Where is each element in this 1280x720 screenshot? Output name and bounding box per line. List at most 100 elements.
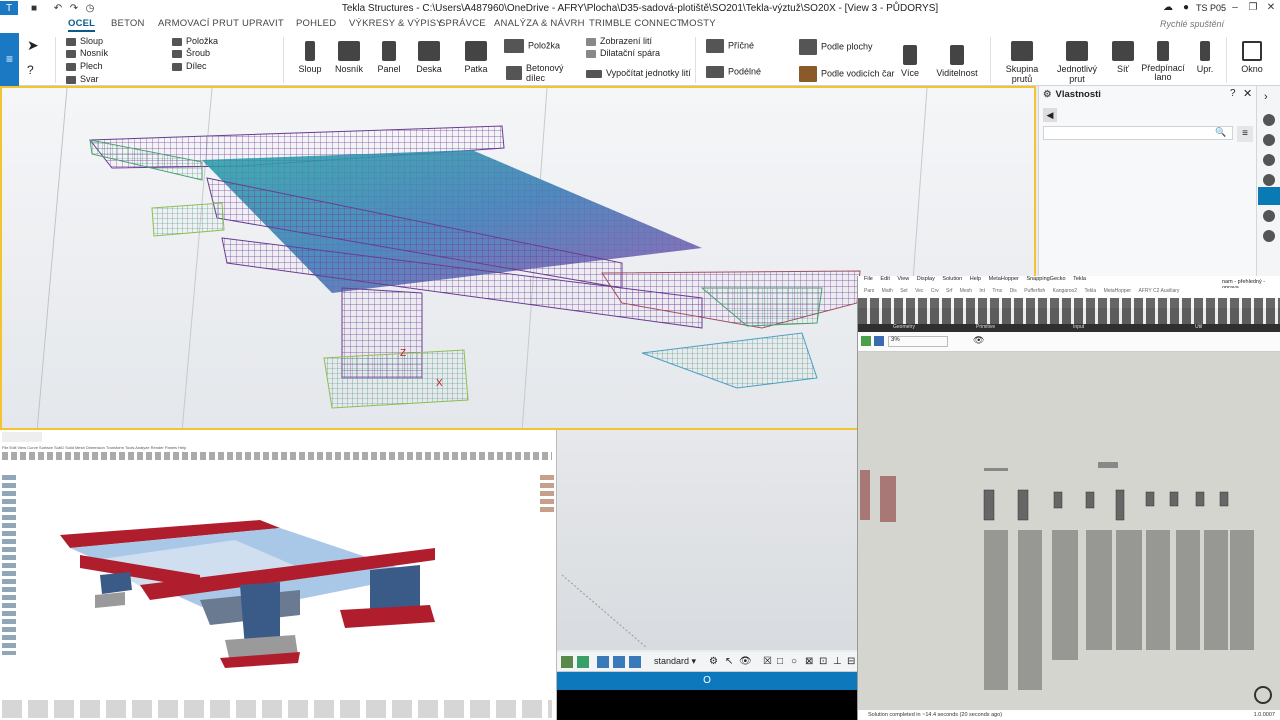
ribbon-big-nosnik[interactable]: Nosník bbox=[333, 41, 365, 74]
ribbon-betonovy-dilec[interactable]: Betonový dílec bbox=[506, 63, 564, 83]
tab-armovaci-prut[interactable]: ARMOVACÍ PRUT bbox=[158, 18, 239, 29]
hat-icon[interactable] bbox=[1263, 134, 1275, 146]
ribbon-zobrazeni-liti[interactable]: Zobrazení lití bbox=[586, 36, 652, 46]
gh-tab[interactable]: Mesh bbox=[960, 288, 972, 294]
tab-ocel[interactable]: OCEL bbox=[68, 18, 96, 32]
gh-preview-icon[interactable]: 👁 bbox=[973, 335, 984, 346]
gh-tab[interactable]: Crv bbox=[931, 288, 939, 294]
expand-icon[interactable]: › bbox=[1264, 91, 1268, 103]
ribbon-okno[interactable]: Okno bbox=[1236, 41, 1268, 74]
properties-gear-icon[interactable] bbox=[1258, 187, 1280, 205]
ribbon-plech[interactable]: Plech bbox=[66, 61, 103, 71]
snap-line-icon[interactable]: ⊡ bbox=[819, 656, 827, 667]
rhino-toolbar[interactable] bbox=[2, 452, 552, 460]
viewport-lower[interactable] bbox=[557, 430, 860, 650]
search-icon[interactable]: 🔍 bbox=[1215, 127, 1226, 138]
ribbon-podle-vodicich-car[interactable]: Podle vodicích čar bbox=[799, 66, 895, 82]
help-select-icon[interactable]: ? bbox=[27, 63, 34, 77]
gh-tab[interactable]: Math bbox=[882, 288, 893, 294]
ribbon-nosnik[interactable]: Nosník bbox=[66, 48, 108, 58]
ribbon-vice[interactable]: Více bbox=[896, 45, 924, 78]
properties-search-input[interactable] bbox=[1043, 126, 1233, 140]
gh-tab[interactable]: AFRY C2 Auxiliary bbox=[1138, 288, 1179, 294]
gh-tab[interactable]: Int bbox=[979, 288, 985, 294]
tab-trimble[interactable]: TRIMBLE CONNECT bbox=[589, 18, 683, 29]
tab-spravce[interactable]: SPRÁVCE bbox=[439, 18, 486, 29]
gh-menu-file[interactable]: File bbox=[864, 276, 873, 282]
rhino-side-toolbar[interactable] bbox=[2, 475, 16, 655]
ribbon-podelne[interactable]: Podélné bbox=[706, 66, 761, 78]
snap-icon-3[interactable] bbox=[597, 656, 609, 668]
gh-tab[interactable]: Pars bbox=[864, 288, 874, 294]
ribbon-left-stripe[interactable]: ≡ bbox=[0, 33, 19, 86]
snap-more-icon[interactable]: ⊟ bbox=[847, 656, 855, 667]
gh-tab[interactable]: Vec bbox=[915, 288, 923, 294]
settings-icon[interactable]: ⚙ bbox=[709, 656, 718, 667]
tab-upravit[interactable]: UPRAVIT bbox=[242, 18, 284, 29]
gh-menu-view[interactable]: View bbox=[897, 276, 909, 282]
tab-vykresy[interactable]: VÝKRESY & VÝPISY bbox=[349, 18, 443, 29]
tab-beton[interactable]: BETON bbox=[111, 18, 145, 29]
close-icon[interactable]: ✕ bbox=[1258, 0, 1280, 16]
back-arrow-icon[interactable]: ◀ bbox=[1043, 108, 1057, 122]
globe-icon[interactable] bbox=[1263, 154, 1275, 166]
selection-filter-select[interactable]: standard ▾ bbox=[654, 656, 696, 667]
ribbon-viditelnost[interactable]: Viditelnost bbox=[935, 45, 979, 78]
ribbon-sroub[interactable]: Šroub bbox=[172, 48, 210, 58]
snap-icon-2[interactable] bbox=[577, 656, 589, 668]
tab-pohled[interactable]: POHLED bbox=[296, 18, 336, 29]
ribbon-svar[interactable]: Svar bbox=[66, 74, 99, 84]
snap-icon-4[interactable] bbox=[613, 656, 625, 668]
tab-mosty[interactable]: MOSTY bbox=[681, 18, 716, 29]
ribbon-dilatacni-spara[interactable]: Dilatační spára bbox=[586, 48, 660, 58]
ribbon-podle-plochy[interactable]: Podle plochy bbox=[799, 39, 873, 55]
gh-tab[interactable]: Tekla bbox=[1084, 288, 1096, 294]
eye-icon[interactable]: 👁 bbox=[739, 656, 752, 667]
ribbon-beton-polozka[interactable]: Položka bbox=[504, 39, 560, 53]
ribbon-sloup[interactable]: Sloup bbox=[66, 36, 103, 46]
gh-menu-display[interactable]: Display bbox=[917, 276, 935, 282]
ribbon-vypocitat-liti[interactable]: Vypočítat jednotky lití bbox=[586, 68, 691, 78]
tab-analyza[interactable]: ANALÝZA & NÁVRH bbox=[494, 18, 585, 29]
snap-icon-5[interactable] bbox=[629, 656, 641, 668]
ribbon-polozka[interactable]: Položka bbox=[172, 36, 218, 46]
gh-save-icon[interactable] bbox=[874, 336, 884, 346]
gh-tab[interactable]: Dis bbox=[1010, 288, 1017, 294]
help-icon[interactable]: ? bbox=[1230, 88, 1236, 99]
link-icon[interactable] bbox=[1263, 114, 1275, 126]
select-arrow-icon[interactable]: ➤ bbox=[27, 37, 39, 54]
panel-close-icon[interactable]: ✕ bbox=[1243, 87, 1252, 100]
gh-tab[interactable]: MetaHopper bbox=[1104, 288, 1132, 294]
user-avatar[interactable]: ● bbox=[1183, 2, 1189, 13]
grid-icon[interactable] bbox=[1263, 230, 1275, 242]
gh-tab[interactable]: Kangaroo2 bbox=[1053, 288, 1077, 294]
gh-menu-solution[interactable]: Solution bbox=[942, 276, 962, 282]
ribbon-big-deska[interactable]: Deska bbox=[413, 41, 445, 74]
ribbon-dilec[interactable]: Dílec bbox=[172, 61, 207, 71]
cursor-icon[interactable]: ↖ bbox=[725, 656, 733, 667]
snap-perp-icon[interactable]: ⊥ bbox=[833, 656, 842, 667]
menu-icon[interactable]: ≡ bbox=[1237, 126, 1253, 142]
quick-launch-input[interactable] bbox=[1160, 17, 1270, 31]
snap-box-icon[interactable]: ⊠ bbox=[805, 656, 813, 667]
rhino-status-bar[interactable] bbox=[2, 700, 552, 718]
ribbon-big-panel[interactable]: Panel bbox=[373, 41, 405, 74]
ribbon-sit[interactable]: Síť bbox=[1110, 41, 1136, 74]
gh-tab[interactable]: Trns bbox=[992, 288, 1002, 294]
gh-tab[interactable]: Pufferfish bbox=[1024, 288, 1045, 294]
notifications-icon[interactable]: ☁ bbox=[1163, 2, 1173, 13]
rhino-command-area[interactable] bbox=[2, 432, 42, 442]
cube-icon[interactable] bbox=[1263, 210, 1275, 222]
gh-tab[interactable]: Srf bbox=[946, 288, 952, 294]
gh-menu-snappinggecko[interactable]: SnappingGecko bbox=[1026, 276, 1065, 282]
snap-square-icon[interactable]: □ bbox=[777, 656, 783, 667]
ribbon-skupina-prutu[interactable]: Skupina prutů bbox=[996, 41, 1048, 84]
gh-menu-edit[interactable]: Edit bbox=[880, 276, 889, 282]
snap-x-icon[interactable]: ☒ bbox=[763, 656, 772, 667]
ribbon-pricne[interactable]: Příčné bbox=[706, 39, 754, 53]
ribbon-upravit[interactable]: Upr. bbox=[1195, 41, 1215, 74]
gh-zoom-field[interactable]: 3% bbox=[888, 336, 948, 347]
ribbon-big-sloup[interactable]: Sloup bbox=[296, 41, 324, 74]
ribbon-predpinaci-lano[interactable]: Předpínací lano bbox=[1140, 41, 1186, 82]
ribbon-jednotlivy-prut[interactable]: Jednotlivý prut bbox=[1050, 41, 1104, 84]
